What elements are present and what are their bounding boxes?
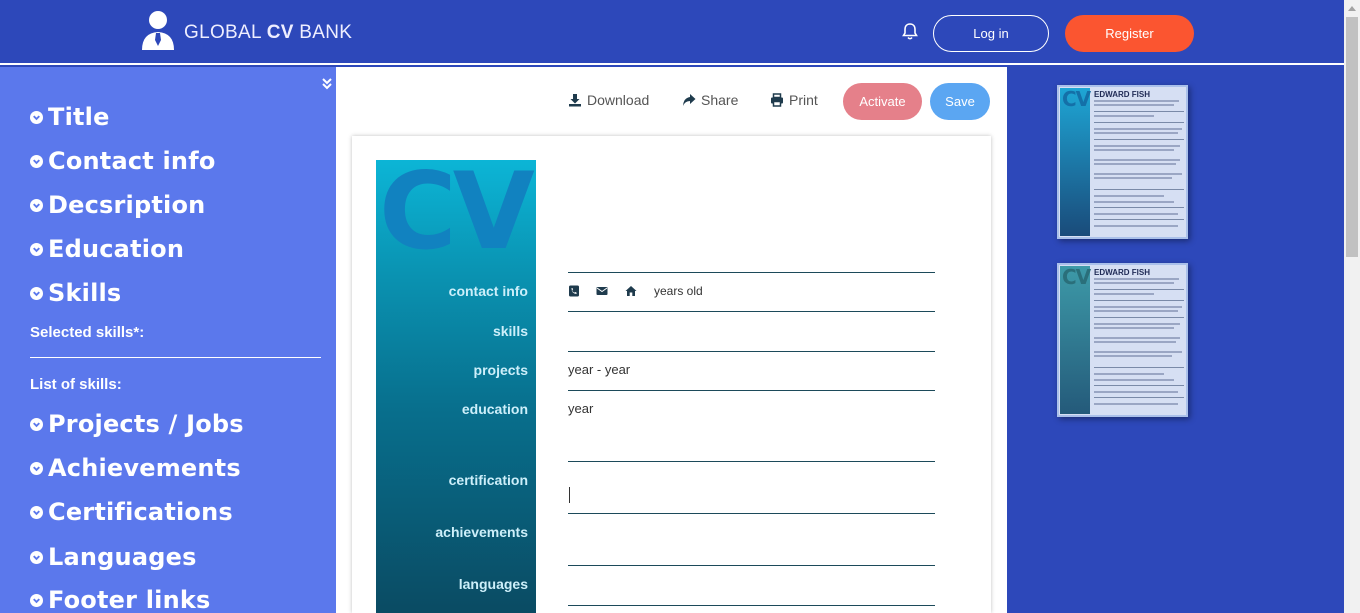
section-label: Decsription — [48, 191, 206, 219]
chevron-down-icon — [30, 505, 43, 519]
label-achievements: achievements — [435, 524, 528, 540]
chevron-down-icon — [30, 110, 43, 124]
label-skills: skills — [492, 323, 528, 339]
section-label: Footer links — [48, 586, 211, 613]
selected-skills-label: Selected skills*: — [30, 324, 145, 341]
cv-paper: CV contact info skills projects educatio… — [352, 136, 991, 613]
thumb-logo: CV — [1062, 87, 1091, 111]
thumb-name: EDWARD FISH — [1094, 90, 1150, 99]
chevron-down-icon — [30, 461, 43, 475]
section-contact-info[interactable]: Contact info — [30, 147, 216, 175]
envelope-icon — [596, 287, 608, 295]
section-label: Projects / Jobs — [48, 410, 244, 438]
share-label: Share — [701, 92, 739, 108]
chevron-down-icon — [30, 417, 43, 431]
section-label: Skills — [48, 279, 122, 307]
education-year[interactable]: year — [568, 401, 593, 416]
contact-row[interactable]: years old — [568, 284, 703, 298]
field-divider — [568, 565, 935, 566]
field-divider — [568, 351, 935, 352]
top-header: GLOBAL CV BANK Log in Register — [0, 0, 1344, 65]
section-label: Languages — [48, 543, 197, 571]
section-label: Education — [48, 235, 185, 263]
download-label: Download — [587, 92, 650, 108]
brand-logo[interactable]: GLOBAL CV BANK — [140, 10, 352, 55]
share-button[interactable]: Share — [682, 92, 738, 108]
field-divider — [568, 513, 935, 514]
section-label: Contact info — [48, 147, 216, 175]
section-projects-jobs[interactable]: Projects / Jobs — [30, 410, 244, 438]
section-title[interactable]: Title — [30, 103, 110, 131]
chevron-down-icon — [30, 593, 43, 607]
list-of-skills-label: List of skills: — [30, 376, 122, 393]
scroll-up-arrow-icon[interactable] — [1344, 0, 1360, 16]
field-divider — [568, 311, 935, 312]
section-label: Title — [48, 103, 110, 131]
cv-editor-main: Download Share Print Activate Save CV co… — [336, 67, 1007, 613]
field-divider — [568, 605, 935, 606]
section-label: Certifications — [48, 498, 233, 526]
label-contact-info: contact info — [448, 283, 528, 299]
chevron-down-icon — [30, 154, 43, 168]
projects-years[interactable]: year - year — [568, 362, 630, 377]
share-icon — [683, 94, 696, 106]
section-certifications[interactable]: Certifications — [30, 498, 233, 526]
user-tie-icon — [140, 10, 176, 55]
skills-divider — [30, 357, 321, 358]
section-achievements[interactable]: Achievements — [30, 454, 241, 482]
download-button[interactable]: Download — [568, 92, 649, 108]
section-label: Achievements — [48, 454, 241, 482]
label-projects: projects — [473, 362, 528, 378]
collapse-all-icon[interactable] — [320, 77, 334, 91]
scroll-thumb[interactable] — [1346, 17, 1358, 257]
chevron-down-icon — [30, 242, 43, 256]
text-caret — [569, 487, 570, 503]
section-skills[interactable]: Skills — [30, 279, 121, 307]
home-icon — [625, 286, 637, 296]
chevron-down-icon — [30, 198, 43, 212]
section-footer-links[interactable]: Footer links — [30, 586, 211, 613]
chevron-down-icon — [30, 286, 43, 300]
print-button[interactable]: Print — [770, 92, 818, 108]
label-languages: languages — [458, 576, 528, 592]
chevron-down-icon — [30, 550, 43, 564]
age-text: years old — [654, 284, 703, 298]
bell-icon[interactable] — [900, 22, 920, 42]
section-description[interactable]: Decsription — [30, 191, 205, 219]
template-thumbnail[interactable]: CV EDWARD FISH — [1057, 85, 1188, 239]
editor-sidebar: Title Contact info Decsription Education… — [0, 67, 336, 613]
brand-name: GLOBAL CV BANK — [184, 21, 353, 43]
activate-button[interactable]: Activate — [843, 83, 922, 120]
download-icon — [569, 94, 581, 107]
print-label: Print — [789, 92, 818, 108]
page-scrollbar[interactable] — [1344, 0, 1360, 613]
thumb-logo: CV — [1062, 265, 1091, 289]
section-languages[interactable]: Languages — [30, 543, 197, 571]
label-education: education — [461, 401, 528, 417]
cv-logo: CV — [379, 150, 535, 273]
field-divider — [568, 461, 935, 462]
field-divider — [568, 272, 935, 273]
template-thumbnail[interactable]: CV EDWARD FISH — [1057, 263, 1188, 417]
register-button[interactable]: Register — [1065, 15, 1194, 52]
login-button[interactable]: Log in — [933, 15, 1049, 52]
save-button[interactable]: Save — [930, 83, 990, 120]
thumb-name: EDWARD FISH — [1094, 268, 1150, 277]
field-divider — [568, 390, 935, 391]
cv-left-column: CV contact info skills projects educatio… — [376, 150, 536, 613]
label-certification: certification — [448, 472, 528, 488]
section-education[interactable]: Education — [30, 235, 184, 263]
phone-icon — [569, 285, 579, 297]
template-panel: CV EDWARD FISH CV EDWARD FISH — [1007, 67, 1344, 613]
print-icon — [771, 93, 783, 107]
